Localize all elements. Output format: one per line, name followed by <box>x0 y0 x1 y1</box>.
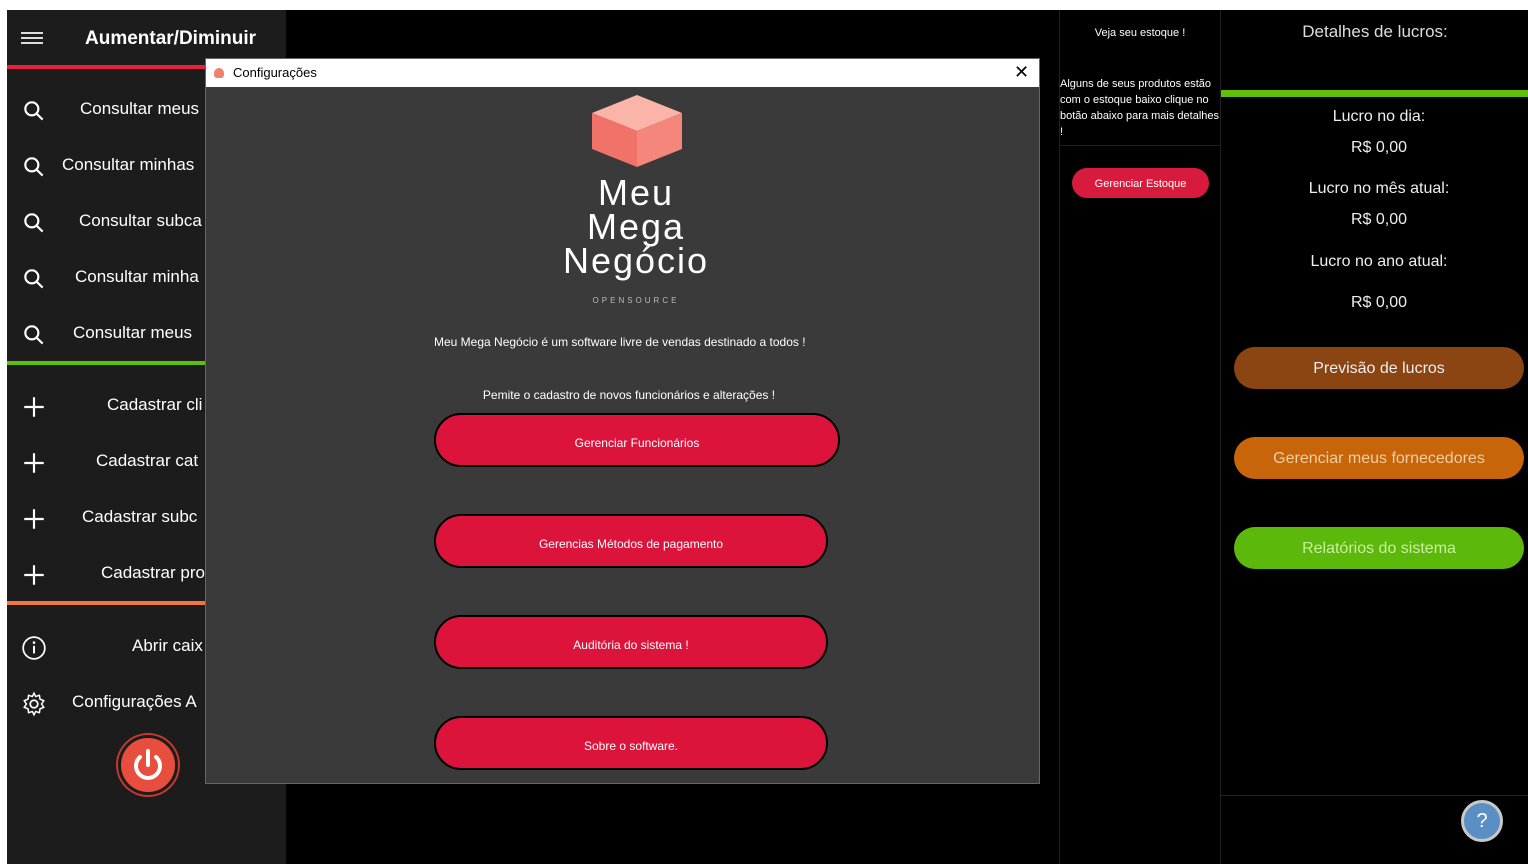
app-window: Aumentar/Diminuir Consultar meus Consult… <box>7 10 1528 864</box>
profit-month-value: R$ 0,00 <box>1350 211 1408 228</box>
settings-dialog: Configurações ✕ Meu Mega Negócio OPENSOU… <box>205 58 1040 784</box>
manage-suppliers-button[interactable]: Gerenciar meus fornecedores <box>1234 437 1524 479</box>
sidebar-title[interactable]: Aumentar/Diminuir <box>85 28 256 50</box>
stock-panel: Veja seu estoque ! Alguns de seus produt… <box>1059 10 1220 864</box>
sidebar-item-label: Cadastrar cli <box>107 395 203 414</box>
dialog-subdescription: Pemite o cadastro de novos funcionários … <box>482 388 776 402</box>
sidebar-item-label: Consultar meus <box>73 323 193 342</box>
sidebar-item-label: Abrir caix <box>132 636 203 655</box>
sidebar-item-label: Configurações A <box>72 692 197 711</box>
manage-stock-button[interactable]: Gerenciar Estoque <box>1072 168 1209 198</box>
dialog-title: Configurações <box>233 65 317 80</box>
search-icon <box>24 269 44 289</box>
divider <box>1060 145 1220 146</box>
stock-message: Alguns de seus produtos estão com o esto… <box>1060 78 1219 138</box>
search-icon <box>24 157 44 177</box>
search-icon <box>24 325 44 345</box>
cube-logo-icon <box>592 95 682 167</box>
gear-icon <box>23 691 45 717</box>
logo-subtitle: OPENSOURCE <box>592 296 680 305</box>
plus-icon <box>24 397 44 417</box>
help-button[interactable]: ? <box>1461 800 1503 842</box>
sidebar-item-label: Consultar meus <box>80 99 200 118</box>
close-icon[interactable]: ✕ <box>1014 62 1029 83</box>
logo-line: Mega <box>586 206 686 247</box>
hamburger-menu-icon[interactable] <box>21 32 43 44</box>
dialog-titlebar[interactable]: Configurações ✕ <box>206 59 1039 87</box>
plus-icon <box>24 509 44 529</box>
power-icon <box>134 749 162 780</box>
profit-day-label: Lucro no dia: <box>1332 108 1426 125</box>
green-divider <box>7 361 206 365</box>
logo-line: Negócio <box>562 240 710 281</box>
stock-title: Veja seu estoque ! <box>1094 27 1186 39</box>
logo-wordmark: Meu Mega Negócio <box>516 172 756 281</box>
profit-panel: Detalhes de lucros: Lucro no dia: R$ 0,0… <box>1220 10 1528 864</box>
sidebar-item-label: Consultar subca <box>79 211 202 230</box>
about-software-button[interactable]: Sobre o software. <box>434 716 828 770</box>
manage-employees-button[interactable]: Gerenciar Funcionários <box>434 413 840 467</box>
logo-line: Meu <box>597 172 675 213</box>
search-icon <box>24 101 44 121</box>
payment-methods-button[interactable]: Gerencias Métodos de pagamento <box>434 514 828 568</box>
sidebar-item-label: Cadastrar pro <box>101 563 205 582</box>
plus-icon <box>24 453 44 473</box>
red-divider <box>7 65 206 69</box>
search-icon <box>24 213 44 233</box>
profit-month-label: Lucro no mês atual: <box>1308 180 1450 197</box>
plus-icon <box>24 565 44 585</box>
dialog-description: Meu Mega Negócio é um software livre de … <box>434 335 806 349</box>
system-reports-button[interactable]: Relatórios do sistema <box>1234 527 1524 569</box>
divider <box>1221 795 1528 796</box>
sidebar-item-label: Cadastrar cat <box>96 451 199 470</box>
app-logo-icon <box>214 68 224 78</box>
sidebar-item-label: Cadastrar subc <box>82 507 198 526</box>
orange-divider <box>7 601 206 605</box>
system-audit-button[interactable]: Auditória do sistema ! <box>434 615 828 669</box>
sidebar-item-label: Consultar minha <box>75 267 199 286</box>
profit-day-value: R$ 0,00 <box>1350 139 1408 156</box>
info-icon <box>22 636 46 660</box>
profit-year-label: Lucro no ano atual: <box>1310 253 1448 270</box>
green-divider <box>1221 90 1528 97</box>
profit-year-value: R$ 0,00 <box>1350 294 1408 311</box>
power-button[interactable] <box>118 735 178 795</box>
sidebar-item-label: Consultar minhas <box>62 155 195 174</box>
profit-forecast-button[interactable]: Previsão de lucros <box>1234 347 1524 389</box>
profit-title: Detalhes de lucros: <box>1302 22 1448 41</box>
